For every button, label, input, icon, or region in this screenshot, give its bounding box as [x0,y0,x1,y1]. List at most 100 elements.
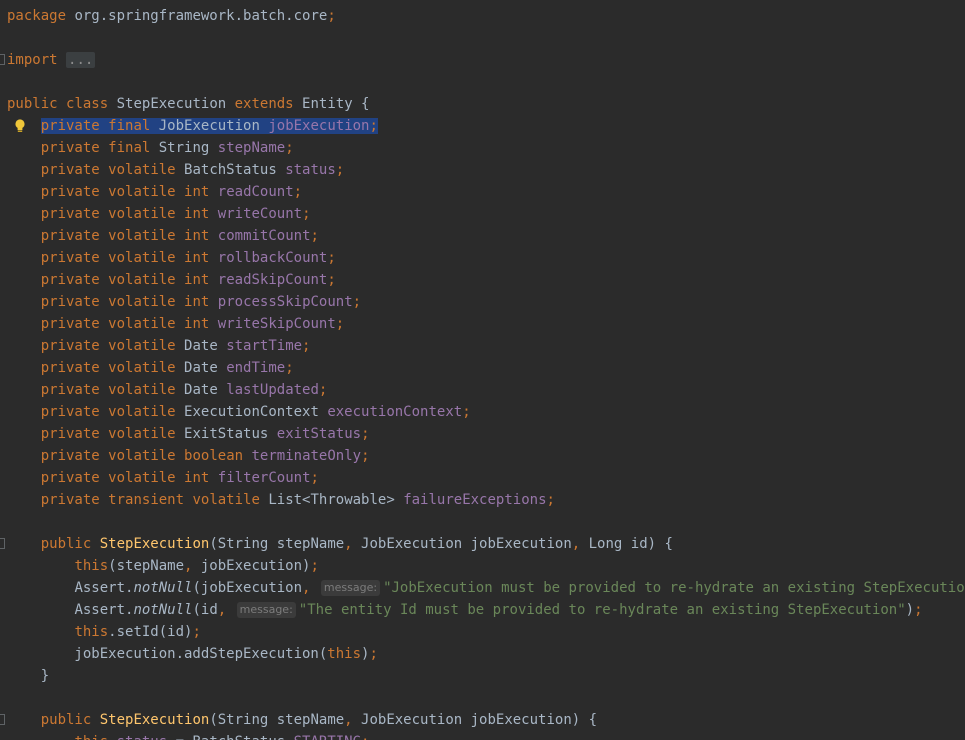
code-line[interactable]: this(stepName, jobExecution); [0,555,965,577]
code-line[interactable]: private volatile int readCount; [0,181,965,203]
code-line[interactable]: this.status = BatchStatus.STARTING; [0,731,965,740]
code-token: , [344,712,353,728]
code-token: volatile [108,360,176,376]
code-token: ; [318,382,328,398]
fold-toggle-icon[interactable] [0,538,5,549]
code-token: private [40,338,100,354]
code-token: jobExecution [268,118,370,134]
code-token: volatile [108,470,176,486]
code-token: transient [108,492,185,508]
code-line[interactable]: private volatile int writeSkipCount; [0,313,965,335]
code-token: } [7,668,50,684]
code-token: ; [546,492,555,508]
code-token: volatile [192,492,260,508]
code-line[interactable]: private volatile Date lastUpdated; [0,379,965,401]
code-line[interactable] [0,511,965,533]
code-token: private [40,184,100,200]
code-line[interactable]: private volatile boolean terminateOnly; [0,445,965,467]
parameter-hint: message: [320,580,381,596]
code-line[interactable]: private volatile int processSkipCount; [0,291,965,313]
code-editor[interactable]: package org.springframework.batch.core; i… [0,0,965,740]
code-line[interactable] [0,27,965,49]
code-line[interactable] [0,687,965,709]
code-token: ; [310,228,319,244]
code-line[interactable]: private transient volatile List<Throwabl… [0,489,965,511]
code-token: ; [327,250,336,266]
code-token: ) [905,602,915,618]
code-token: status [285,162,336,178]
code-line[interactable]: } [0,665,965,687]
code-token: startTime [226,338,303,354]
code-token: volatile [108,316,176,332]
code-token: commitCount [217,228,311,244]
fold-toggle-icon[interactable] [0,54,5,65]
code-token: Entity { [293,96,370,112]
code-token: rollbackCount [217,250,328,266]
code-line[interactable]: public class StepExecution extends Entit… [0,93,965,115]
code-line[interactable]: private volatile Date startTime; [0,335,965,357]
code-token: private [40,382,100,398]
code-line[interactable]: this.setId(id); [0,621,965,643]
code-line[interactable]: private volatile Date endTime; [0,357,965,379]
code-line[interactable]: import ... [0,49,965,71]
code-line[interactable]: private volatile ExecutionContext execut… [0,401,965,423]
code-line[interactable]: private volatile int writeCount; [0,203,965,225]
code-token: ; [327,272,336,288]
folded-imports[interactable]: ... [66,52,96,68]
code-token: writeSkipCount [217,316,336,332]
code-token: "The entity Id must be provided to re-hy… [298,602,906,618]
code-line[interactable]: private final String stepName; [0,137,965,159]
code-line[interactable]: package org.springframework.batch.core; [0,5,965,27]
code-line[interactable] [0,71,965,93]
code-line[interactable]: Assert.notNull(id, message: "The entity I… [0,599,965,621]
code-token: STARTING [294,734,361,740]
code-token: processSkipCount [217,294,353,310]
code-token: ExecutionContext [175,404,328,420]
code-token: . [108,734,116,740]
code-token: volatile [108,426,176,442]
code-token: ; [361,734,369,740]
code-token: class [66,96,109,112]
code-line[interactable]: private final JobExecution jobExecution; [0,115,965,137]
code-token: , [217,602,227,618]
code-line[interactable]: Assert.notNull(jobExecution, message: "Jo… [0,577,965,599]
code-line[interactable]: private volatile int commitCount; [0,225,965,247]
code-line[interactable]: public StepExecution(String stepName, Jo… [0,533,965,555]
code-line[interactable]: private volatile int filterCount; [0,467,965,489]
code-line[interactable]: private volatile ExitStatus exitStatus; [0,423,965,445]
code-line[interactable]: private volatile BatchStatus status; [0,159,965,181]
code-line[interactable]: public StepExecution(String stepName, Jo… [0,709,965,731]
code-token: private [40,404,100,420]
code-token: Date [175,382,227,398]
lightbulb-icon[interactable] [14,118,26,134]
code-line[interactable]: private volatile int rollbackCount; [0,247,965,269]
code-token: status [117,734,168,740]
code-line[interactable]: jobExecution.addStepExecution(this); [0,643,965,665]
code-token: "JobExecution must be provided to re-hyd… [383,580,965,596]
fold-toggle-icon[interactable] [0,714,5,725]
code-token: private [40,118,100,134]
code-line[interactable]: private volatile int readSkipCount; [0,269,965,291]
code-token: JobExecution [150,118,269,134]
